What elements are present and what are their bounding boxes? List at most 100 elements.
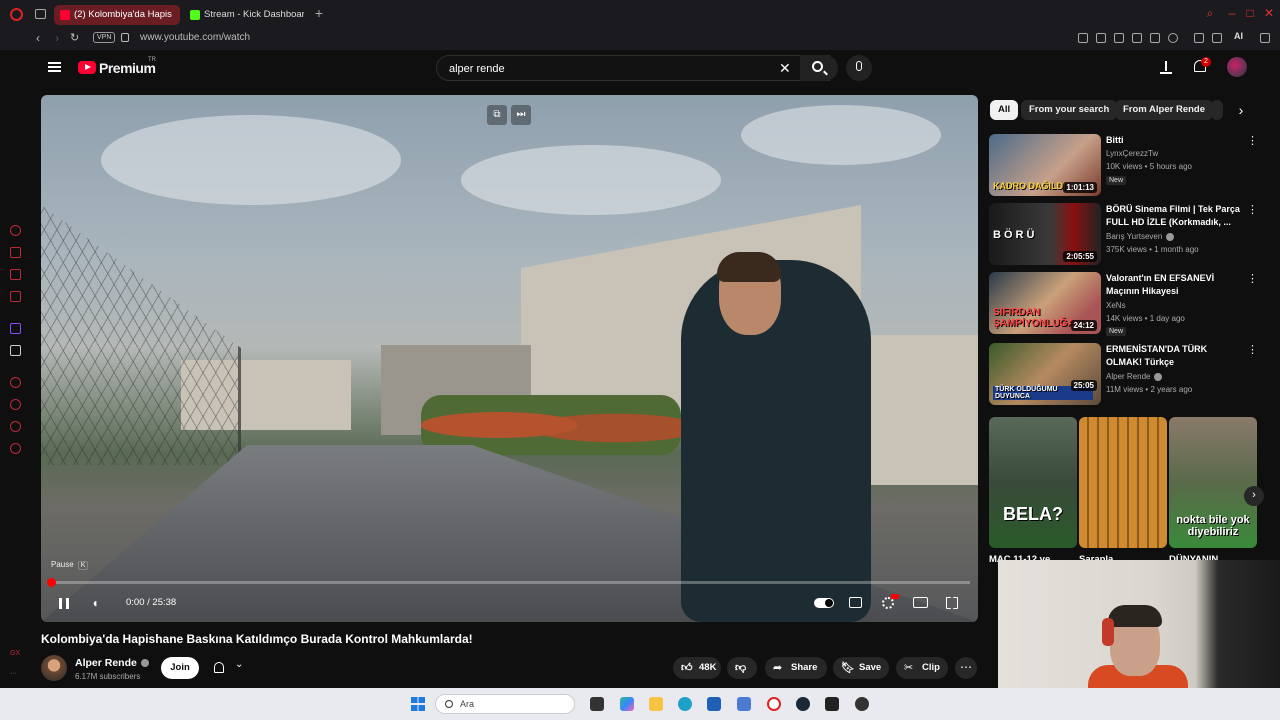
channel-name-text[interactable]: Alper Rende (75, 657, 137, 669)
search-query[interactable]: alper rende (449, 63, 505, 75)
dislike-button[interactable]: 👎︎ (727, 657, 757, 679)
video-thumbnail[interactable]: SIFIRDAN ŞAMPİYONLUĞA 24:12 (989, 272, 1101, 334)
channel-text[interactable]: Barış Yurtseven (1106, 232, 1162, 241)
clip-button[interactable]: ✂ Clip (896, 657, 948, 679)
music-icon[interactable] (10, 291, 21, 302)
subscription-bell-button[interactable]: ⌄ (205, 657, 257, 679)
video-thumbnail[interactable]: KADRO DAĞILDI 1:01:13 (989, 134, 1101, 196)
easy-setup-icon[interactable] (1260, 33, 1270, 43)
recommendation-channel[interactable]: Barış Yurtseven (1106, 232, 1175, 241)
gx-icon[interactable]: GX (10, 650, 20, 657)
account-avatar[interactable] (1227, 57, 1247, 77)
opera-logo-icon[interactable] (10, 8, 23, 21)
sidebar-more-icon[interactable]: ··· (10, 670, 17, 677)
chip-from-search[interactable]: From your search (1021, 100, 1118, 120)
more-actions-button[interactable]: ⋯ (955, 657, 977, 679)
aria-icon[interactable] (10, 225, 21, 236)
recommendation-item[interactable]: TÜRK OLDUĞUMU DUYUNCA 25:05 ERMENİSTAN'D… (989, 343, 1259, 405)
chip-all[interactable]: All (990, 100, 1019, 120)
channel-avatar[interactable] (41, 655, 67, 681)
menu-icon[interactable] (48, 62, 61, 72)
progress-scrubber[interactable] (47, 578, 56, 587)
share-button[interactable]: ➦ Share (765, 657, 827, 679)
more-vert-icon[interactable]: ⋮ (1247, 274, 1258, 285)
more-vert-icon[interactable]: ⋮ (1247, 345, 1258, 356)
player-icon[interactable] (1150, 33, 1160, 43)
profile-icon[interactable] (1194, 33, 1204, 43)
short-thumbnail[interactable] (1079, 417, 1167, 548)
vpn-badge[interactable]: VPN (93, 32, 116, 43)
join-button[interactable]: Join (161, 657, 199, 679)
short-thumbnail[interactable]: nokta bile yok diyebiliriz (1169, 417, 1257, 548)
recommendation-title[interactable]: Valorant'ın EN EFSANEVİ Maçının Hikayesi (1106, 272, 1244, 298)
lock-icon[interactable] (121, 33, 129, 42)
player-sidebar-icon[interactable] (10, 377, 21, 388)
taskbar-search-text[interactable]: Ara (460, 699, 474, 709)
pause-icon[interactable] (59, 598, 69, 609)
store-icon[interactable] (707, 697, 721, 711)
whatsapp-icon[interactable] (10, 269, 21, 280)
recommendation-title[interactable]: Bitti (1106, 134, 1244, 147)
subtitles-icon[interactable] (849, 597, 862, 608)
recommendation-item[interactable]: BÖRÜ 2:05:55 BÖRÜ Sinema Filmi | Tek Par… (989, 203, 1259, 265)
bookmark-icon[interactable] (1078, 33, 1088, 43)
more-vert-icon[interactable]: ⋮ (1247, 205, 1258, 216)
heart-icon[interactable] (1168, 33, 1178, 43)
back-button[interactable]: ‹ (36, 31, 40, 45)
recommendation-title[interactable]: BÖRÜ Sinema Filmi | Tek Parça FULL HD İZ… (1106, 203, 1244, 229)
snapshot-icon[interactable] (1096, 33, 1106, 43)
theater-mode-icon[interactable] (913, 597, 928, 608)
outlook-icon[interactable] (737, 697, 751, 711)
fullscreen-icon[interactable] (946, 597, 958, 609)
video-thumbnail[interactable]: BÖRÜ 2:05:55 (989, 203, 1101, 265)
recommendation-channel[interactable]: LynxÇerezzTw (1106, 149, 1158, 158)
taskbar-search[interactable]: Ara (435, 694, 575, 714)
chevron-right-icon[interactable]: › (1232, 102, 1250, 120)
reload-button[interactable]: ↻ (70, 31, 79, 44)
progress-bar[interactable] (47, 578, 970, 587)
pinboard-icon[interactable] (1114, 33, 1124, 43)
volume-icon[interactable]: ◖ (86, 595, 104, 611)
messenger-icon[interactable] (10, 247, 21, 258)
minimize-button[interactable]: – (1225, 6, 1239, 20)
youtube-brand[interactable]: Premium (99, 60, 156, 76)
copilot-icon[interactable] (620, 697, 634, 711)
extensions-icon[interactable] (10, 421, 21, 432)
search-button[interactable] (800, 55, 838, 81)
x-twitter-icon[interactable] (10, 345, 21, 356)
save-button[interactable]: 🔖︎ Save (833, 657, 889, 679)
app-icon[interactable] (855, 697, 869, 711)
maximize-button[interactable]: □ (1243, 6, 1257, 20)
aria-ai-button[interactable]: AI (1234, 31, 1243, 41)
windows-start-icon[interactable] (411, 697, 425, 711)
skip-next-top-icon[interactable]: ⏭ (511, 105, 531, 125)
autoplay-toggle[interactable] (814, 598, 834, 608)
forward-button[interactable]: › (55, 31, 59, 45)
recommendation-title[interactable]: ERMENİSTAN'DA TÜRK OLMAK! Türkçe konuştu… (1106, 343, 1244, 369)
clear-search-icon[interactable]: ✕ (779, 60, 791, 77)
channel-text[interactable]: Alper Rende (1106, 372, 1150, 381)
recommendation-item[interactable]: SIFIRDAN ŞAMPİYONLUĞA 24:12 Valorant'ın … (989, 272, 1259, 336)
url-field[interactable]: www.youtube.com/watch (140, 32, 250, 43)
shorts-next-icon[interactable]: › (1244, 486, 1264, 506)
tab-kick[interactable]: Stream - Kick Dashboard (184, 5, 304, 25)
more-vert-icon[interactable]: ⋮ (1247, 136, 1258, 147)
opera-taskbar-icon[interactable] (767, 697, 781, 711)
chip-partial[interactable] (1211, 100, 1223, 120)
search-tabs-icon[interactable]: ⌕ (1203, 6, 1217, 20)
download-icon[interactable] (1212, 33, 1222, 43)
recommendation-channel[interactable]: Alper Rende (1106, 372, 1163, 381)
youtube-logo-icon[interactable] (78, 61, 96, 74)
tab-youtube[interactable]: (2) Kolombiya'da Hapis (54, 5, 180, 25)
new-tab-button[interactable]: + (312, 6, 326, 21)
close-window-button[interactable]: ✕ (1262, 6, 1276, 20)
twitch-icon[interactable] (10, 323, 21, 334)
tab-overview-icon[interactable] (35, 9, 46, 19)
miniplayer-icon[interactable]: ⧉ (487, 105, 507, 125)
video-thumbnail[interactable]: TÜRK OLDUĞUMU DUYUNCA 25:05 (989, 343, 1101, 405)
recommendation-channel[interactable]: XeNs (1106, 301, 1126, 310)
file-explorer-icon[interactable] (649, 697, 663, 711)
edge-icon[interactable] (678, 697, 692, 711)
voice-search-button[interactable] (846, 55, 872, 81)
recommendation-item[interactable]: KADRO DAĞILDI 1:01:13 Bitti LynxÇerezzTw… (989, 134, 1259, 196)
